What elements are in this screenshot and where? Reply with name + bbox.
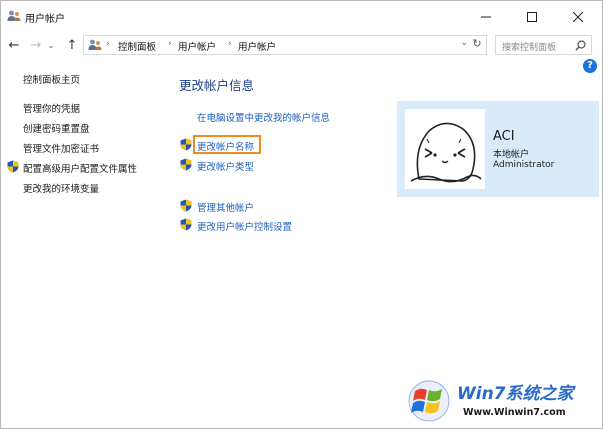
forward-button[interactable]: → [27, 36, 45, 54]
address-bar[interactable]: › 控制面板 › 用户帐户 › 用户帐户 ⌄ ↻ [83, 35, 487, 55]
page-title: 更改帐户信息 [179, 78, 255, 93]
help-button[interactable]: ? [583, 59, 597, 73]
title-bar: 用户帐户 [1, 1, 602, 32]
account-name: ACI [493, 129, 515, 144]
breadcrumb-user-accounts-current[interactable]: 用户帐户 [238, 39, 276, 53]
up-arrow-icon: ↑ [66, 37, 78, 53]
account-type: 本地帐户 [493, 150, 530, 160]
change-uac-settings-link[interactable]: 更改用户帐户控制设置 [197, 219, 292, 233]
pc-settings-account-link[interactable]: 在电脑设置中更改我的帐户信息 [197, 110, 330, 124]
watermark: Win7系统之家 Www.Winwin7.com [405, 373, 601, 427]
watermark-brand: Win7系统之家 [457, 384, 574, 404]
sidebar-item-create-password-reset-disk[interactable]: 创建密码重置盘 [23, 121, 90, 135]
window-title: 用户帐户 [25, 14, 65, 25]
breadcrumb-separator: › [228, 39, 232, 49]
recent-locations-button[interactable]: ⌄ [45, 36, 57, 54]
sidebar-item-change-environment-variables[interactable]: 更改我的环境变量 [23, 181, 99, 195]
search-icon [575, 40, 586, 51]
navigation-bar: ← → ⌄ ↑ › 控制面板 › 用户帐户 › 用户帐户 ⌄ ↻ 搜索控制面板 [1, 32, 602, 58]
minimize-icon [481, 16, 491, 17]
avatar[interactable] [405, 109, 485, 189]
watermark-url: Www.Winwin7.com [463, 407, 566, 418]
close-button[interactable] [555, 1, 601, 32]
forward-arrow-icon: → [30, 37, 42, 53]
uac-shield-icon [180, 218, 192, 231]
user-accounts-window: 用户帐户 ← → ⌄ ↑ › 控制面板 › 用户帐户 › 用户帐户 ⌄ ↻ 搜索… [0, 0, 603, 429]
search-placeholder: 搜索控制面板 [502, 43, 557, 53]
sidebar-item-manage-credentials[interactable]: 管理你的凭据 [23, 101, 80, 115]
breadcrumb-separator: › [168, 39, 172, 49]
sidebar-item-advanced-user-profile-properties[interactable]: 配置高级用户配置文件属性 [23, 161, 137, 175]
uac-shield-icon [7, 160, 19, 173]
maximize-button[interactable] [509, 1, 555, 32]
back-arrow-icon: ← [8, 37, 20, 53]
user-accounts-icon [88, 39, 102, 50]
manage-other-accounts-link[interactable]: 管理其他帐户 [197, 200, 254, 214]
breadcrumb-control-panel[interactable]: 控制面板 [118, 39, 156, 53]
change-account-name-link[interactable]: 更改帐户名称 [197, 139, 254, 153]
address-dropdown-icon[interactable]: ⌄ [460, 38, 468, 48]
account-avatar-icon [410, 122, 482, 183]
breadcrumb-user-accounts[interactable]: 用户帐户 [178, 39, 216, 53]
refresh-icon[interactable]: ↻ [470, 37, 484, 50]
sidebar-item-control-panel-home[interactable]: 控制面板主页 [23, 72, 80, 86]
breadcrumb-separator: › [106, 39, 110, 49]
maximize-icon [527, 11, 537, 22]
up-button[interactable]: ↑ [63, 36, 81, 54]
close-icon [573, 11, 583, 22]
sidebar-item-manage-file-encryption-certificates[interactable]: 管理文件加密证书 [23, 141, 99, 155]
minimize-button[interactable] [463, 1, 509, 32]
search-input[interactable]: 搜索控制面板 [495, 35, 592, 55]
user-accounts-app-icon [7, 10, 21, 21]
change-account-type-link[interactable]: 更改帐户类型 [197, 159, 254, 173]
uac-shield-icon [180, 199, 192, 212]
back-button[interactable]: ← [5, 36, 23, 54]
account-group: Administrator [493, 160, 555, 170]
uac-shield-icon [180, 158, 192, 171]
uac-shield-icon [180, 138, 192, 151]
windows-logo-icon [408, 380, 450, 422]
chevron-down-icon: ⌄ [47, 40, 55, 50]
